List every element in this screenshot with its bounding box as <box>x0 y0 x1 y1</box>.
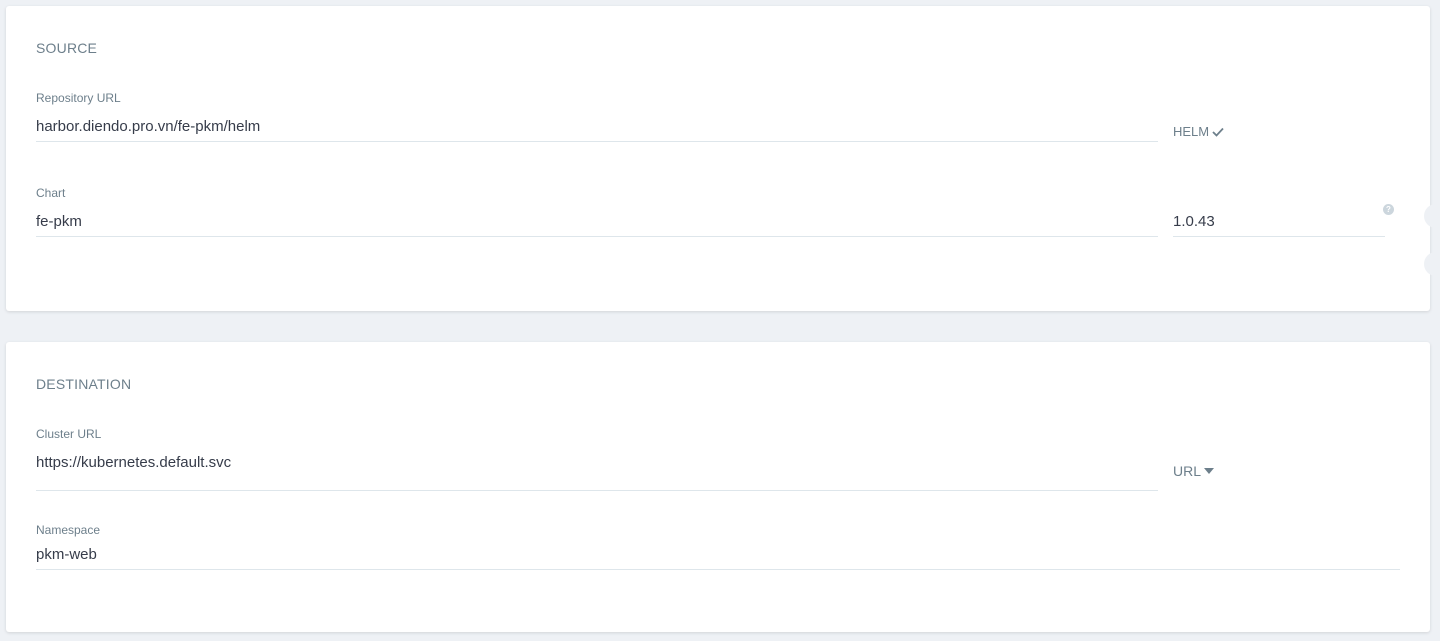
edge-handle <box>1424 252 1436 276</box>
check-icon <box>1212 127 1224 137</box>
chart-input[interactable] <box>36 207 1158 237</box>
caret-down-icon <box>1204 468 1215 474</box>
repository-url-label: Repository URL <box>36 91 121 105</box>
chart-label: Chart <box>36 186 66 200</box>
chart-version-input[interactable] <box>1173 207 1385 237</box>
edge-handle <box>1424 204 1436 228</box>
cluster-url-label: Cluster URL <box>36 427 102 441</box>
source-panel: SOURCE Repository URL HELM Chart ? <box>6 6 1436 311</box>
namespace-label: Namespace <box>36 523 101 537</box>
cluster-type-label: URL <box>1173 463 1202 479</box>
help-circle-icon[interactable]: ? <box>1383 204 1394 215</box>
namespace-input[interactable] <box>36 539 1400 570</box>
destination-section-title: DESTINATION <box>36 376 132 392</box>
repository-type-toggle[interactable]: HELM <box>1173 124 1224 139</box>
repository-type-label: HELM <box>1173 124 1210 139</box>
source-section-title: SOURCE <box>36 40 98 56</box>
cluster-url-input[interactable] <box>36 448 1158 491</box>
destination-panel: DESTINATION Cluster URL URL Namespace <box>6 342 1430 632</box>
repository-url-input[interactable] <box>36 112 1158 142</box>
cluster-type-dropdown[interactable]: URL <box>1173 463 1215 479</box>
